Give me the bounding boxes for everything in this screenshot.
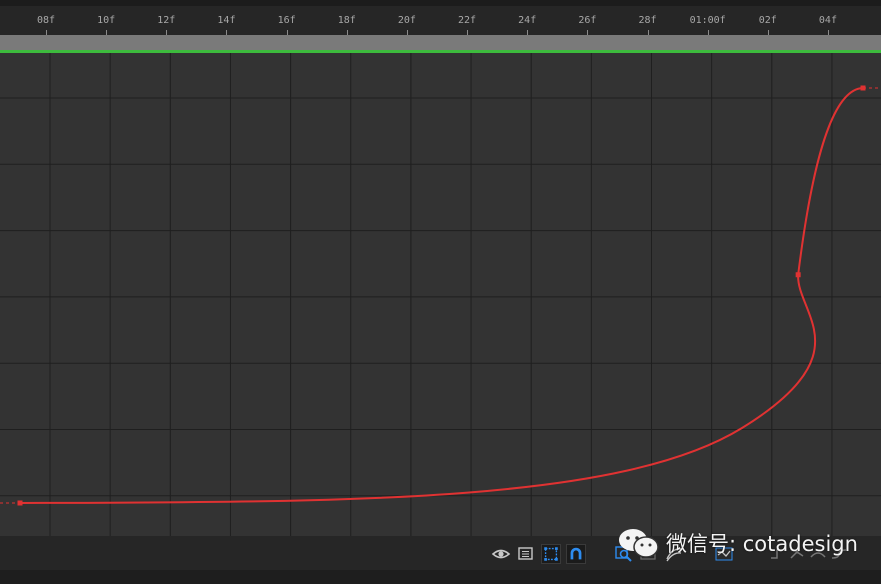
- status-strip: [0, 570, 881, 584]
- grid-vertical-lines: [49, 53, 833, 536]
- ruler-label: 10f: [97, 15, 116, 26]
- watermark-text: 微信号: cotadesign: [666, 532, 858, 556]
- eye-icon[interactable]: [491, 544, 511, 564]
- ruler-label: 24f: [518, 15, 537, 26]
- ruler-label: 08f: [36, 15, 56, 26]
- value-curve[interactable]: [19, 87, 864, 504]
- keyframe-markers[interactable]: [17, 85, 866, 506]
- keyframe-marker[interactable]: [17, 500, 23, 506]
- transform-box-icon[interactable]: [541, 544, 561, 564]
- watermark: 微信号: cotadesign: [616, 526, 858, 560]
- ruler-label: 28f: [638, 15, 657, 26]
- grid-horizontal-lines: [0, 97, 881, 497]
- ruler-label: 26f: [578, 15, 597, 26]
- graph-list-icon[interactable]: [516, 544, 536, 564]
- keyframe-marker[interactable]: [860, 85, 866, 91]
- ruler-label: 02f: [758, 15, 777, 26]
- wechat-logo-icon: [619, 529, 659, 558]
- speed-graph[interactable]: [0, 53, 881, 536]
- timeline-ruler[interactable]: 08f 10f 12f 14f 16f 18f 20f 22f 24f 26f 28f 01:00f 0…: [0, 0, 881, 36]
- ruler-label: 14f: [217, 15, 236, 26]
- ruler-label: 01:00f: [689, 15, 726, 26]
- snap-magnet-icon[interactable]: [566, 544, 586, 564]
- keyframe-marker[interactable]: [795, 272, 801, 278]
- ruler-label: 22f: [458, 15, 477, 26]
- ruler-label: 18f: [337, 15, 356, 26]
- work-area-bar[interactable]: [0, 35, 881, 50]
- ruler-label: 20f: [397, 15, 416, 26]
- ruler-label: 12f: [157, 15, 176, 26]
- ruler-label: 04f: [818, 15, 837, 26]
- ruler-label: 16f: [277, 15, 296, 26]
- graph-editor-panel: 08f 10f 12f 14f 16f 18f 20f 22f 24f 26f 28f 01:00f 0…: [0, 0, 881, 584]
- graph-area[interactable]: [0, 53, 881, 536]
